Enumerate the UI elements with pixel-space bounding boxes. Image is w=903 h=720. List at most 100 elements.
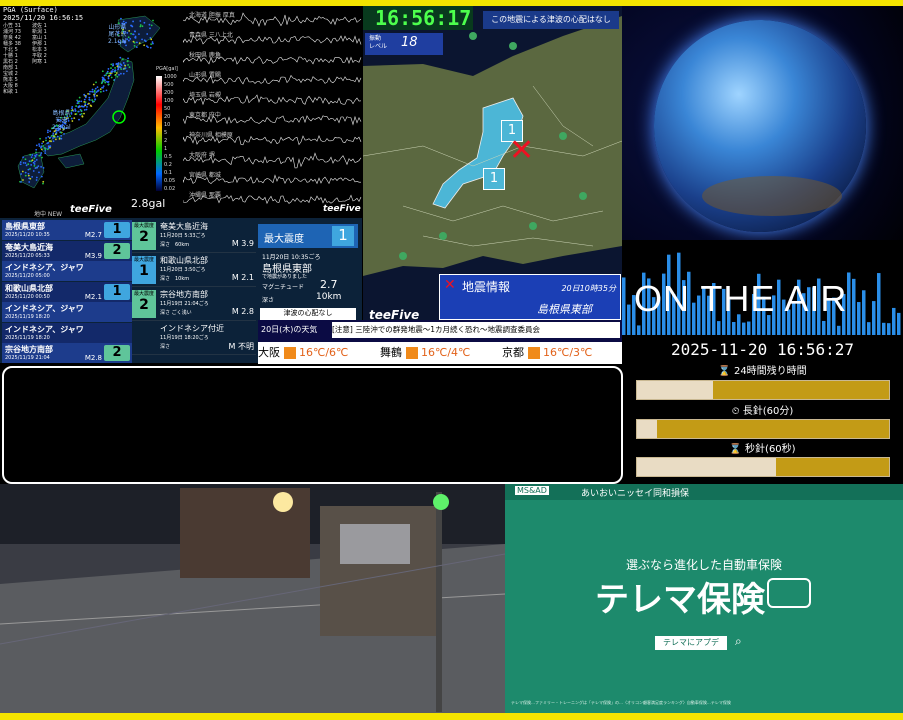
weather-city: 大阪 16℃/6℃ — [258, 344, 348, 360]
hourglass-icon: ⌛ — [729, 444, 746, 455]
timer-24h-fill — [637, 381, 713, 399]
history-item[interactable]: 最大震度 1 和歌山県北部 11月20日 3:50ごろ 深さ 10km M 2.1 — [132, 254, 256, 287]
street-scene — [0, 484, 505, 713]
on-air-datetime: 2025-11-20 16:56:27 — [670, 340, 855, 359]
scale-label: 0.2 — [164, 162, 172, 168]
list-item-name: インドネシア、ジャワ — [5, 304, 84, 313]
history-depth: 深さ 60km — [160, 242, 190, 248]
eq-bar — [887, 323, 891, 335]
eq-bar — [882, 322, 886, 335]
list-item[interactable]: 島根県東部 2025/11/20 10:35 M2.7 1 — [2, 220, 132, 240]
history-mag: M 3.9 — [231, 239, 254, 248]
history-depth: 深さ 10km — [160, 276, 190, 282]
max-intensity-box: 最大震度 1 — [258, 224, 358, 248]
timer-minute-bar — [636, 419, 890, 439]
city-name: 舞鶴 — [380, 346, 402, 359]
seis-brand: teeFive — [323, 204, 361, 214]
history-name: インドネシア付近 — [160, 324, 224, 333]
timer-minute-label: ⏲ 長針(60分) — [731, 406, 794, 417]
history-intensity-badge: 最大震度 1 — [132, 256, 156, 284]
scale-label: 0.5 — [164, 154, 172, 160]
list-item-name: 奄美大島近海 — [5, 242, 53, 252]
search-icon[interactable]: ⌕ — [735, 634, 742, 649]
history-item[interactable]: 最大震度 2 奄美大島近海 11月20日 5:33ごろ 深さ 60km M 3.9 — [132, 220, 256, 253]
clock-icon: ⏲ — [731, 406, 743, 417]
weather-spacer — [0, 342, 258, 364]
eq-bar — [637, 325, 641, 335]
scale-label: 20 — [164, 114, 171, 120]
scale-label: 5 — [164, 130, 168, 136]
weather-strip: 大阪 16℃/6℃ 舞鶴 16℃/4℃ 京都 16℃/3℃ — [258, 342, 622, 364]
scale-label: 1000 — [164, 74, 177, 80]
pga-map-panel: PGA (Surface) 2025/11/20 16:56:15 小笠 31 浦… — [0, 6, 183, 217]
trace-label: 埼玉県 岩槻 — [189, 92, 221, 99]
shaking-level-label: 振動 レベル — [369, 35, 388, 50]
list-item-mag: M2.7 — [84, 231, 102, 239]
history-name: 奄美大島近海 — [160, 222, 208, 231]
city-name: 京都 — [502, 346, 524, 359]
ad-panel: MS&AD あいおいニッセイ同和損保 選ぶなら進化した自動車保険 テレマ保険 テ… — [505, 484, 903, 713]
shaking-level-box: 振動 レベル 18 — [365, 33, 443, 55]
list-item-date: 2025/11/20 00:50 — [5, 293, 50, 300]
detail-mag: 2.7 — [320, 278, 338, 291]
scale-label: 200 — [164, 90, 174, 96]
list-item-date: 2025/11/20 05:33 — [5, 252, 50, 259]
ad-fine-print: テレマ保険…ファミリー・トレーニングは「テレマ保険」の…〈オリコン顧客満足度ラン… — [511, 700, 731, 705]
ad-brand-name: あいおいニッセイ同和損保 — [581, 489, 690, 499]
eq-bar — [747, 321, 751, 335]
scale-label: 1 — [164, 146, 168, 152]
map-footer: 地中 NEW — [34, 211, 63, 217]
city-temp: 16℃/3℃ — [543, 346, 593, 359]
hourglass-icon: ⌛ — [718, 366, 734, 377]
scale-label: 0.02 — [164, 186, 176, 192]
weather-title: 20日(木)の天気 — [258, 320, 333, 340]
clock: 16:56:17 — [375, 6, 472, 30]
list-item[interactable]: インドネシア、ジャワ 2025/11/19 18:20 — [2, 322, 132, 343]
ad-product: テレマ保険 — [595, 580, 765, 620]
info-time: 20日10時35分 — [561, 284, 616, 293]
list-item-name: インドネシア、ジャワ — [5, 263, 84, 272]
detail-depth: 10km — [316, 292, 342, 302]
trace-label: 秋田県 鹿角 — [189, 52, 221, 59]
eq-bar — [862, 290, 866, 335]
eq-bar — [857, 302, 861, 335]
trace-label: 宮崎県 都城 — [189, 172, 221, 179]
history-mag: M 2.8 — [231, 307, 254, 316]
list-item-name: 島根県東部 — [5, 222, 45, 231]
intensity-badge: 1 — [104, 283, 130, 300]
city-temp: 16℃/4℃ — [421, 346, 471, 359]
history-intensity-badge: 最大震度 2 — [132, 222, 156, 250]
list-item-mag: M2.1 — [84, 292, 102, 301]
brand-logo: teeFive — [70, 204, 112, 215]
message-box — [2, 366, 623, 484]
list-item-date: 2025/11/20 05:00 — [5, 273, 50, 279]
eq-bar — [892, 307, 896, 335]
trace-label: 沖縄県 那覇 — [189, 192, 221, 199]
seismogram-panel: 北海道 胆振 厚真 青森県 三八上北 秋田県 鹿角 山形県 置賜 埼玉県 岩槻 東京都 府… — [183, 6, 363, 218]
earthquake-info-panel: 16:56:17 この地震による津波の心配はなし 振動 レベル 18 1 1 ✕… — [363, 6, 622, 360]
list-item[interactable]: 和歌山県北部 2025/11/20 00:50 M2.1 1 — [2, 281, 132, 302]
list-item[interactable]: インドネシア、ジャワ 2025/11/20 05:00 — [2, 261, 132, 281]
trace-label: 神奈川県 相模原 — [189, 132, 233, 139]
pga-label: PGA[gal] — [156, 66, 178, 72]
sun-cloud-icon — [283, 347, 296, 359]
ad-search-box[interactable]: テレマにアプデ — [655, 636, 727, 650]
shindo-marker-2: 1 — [483, 168, 505, 190]
eq-bar — [877, 273, 881, 335]
trace-label: 大阪府 堺 — [189, 152, 215, 159]
eq-info-box: ✕ 地震情報 20日10時35分 島根県東部 — [439, 274, 621, 320]
clock-box: 16:56:17 — [363, 6, 473, 30]
detail-note: で地震がありました — [262, 274, 308, 280]
list-item[interactable]: インドネシア、ジャワ 2025/11/19 18:20 — [2, 302, 132, 322]
intensity-badge: 2 — [104, 242, 130, 259]
list-item-name: 和歌山県北部 — [5, 283, 53, 293]
eq-bar — [717, 321, 721, 335]
history-depth: 深さ ごく浅い — [160, 310, 192, 316]
history-item[interactable]: 最大震度 2 宗谷地方南部 11月19日 21:04ごろ 深さ ごく浅い M 2.8 — [132, 288, 256, 321]
list-item[interactable]: 奄美大島近海 2025/11/20 05:33 M3.9 2 — [2, 240, 132, 261]
max-intensity-value: 1 — [332, 226, 354, 246]
eq-bar — [897, 312, 901, 335]
history-name: 和歌山県北部 — [160, 256, 208, 265]
detail-mag-label: マグニチュード — [262, 284, 305, 291]
history-date: 11月20日 5:33ごろ — [160, 233, 206, 239]
